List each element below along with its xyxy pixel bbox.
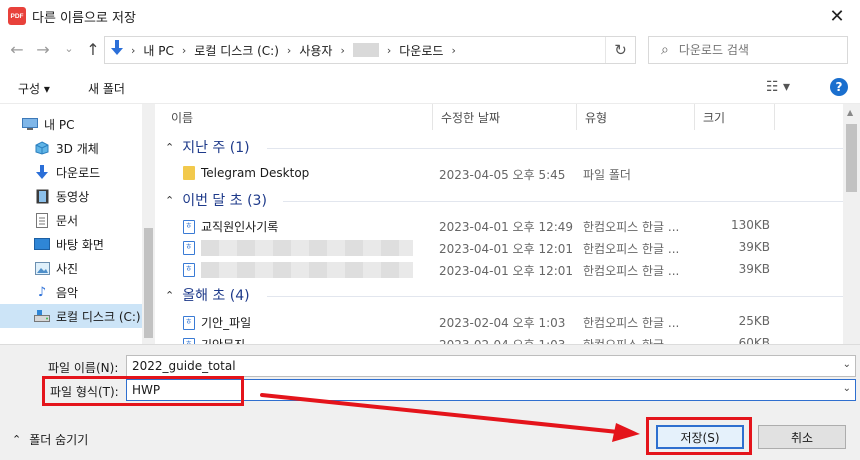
annotation-arrow-shaft <box>260 393 620 434</box>
annotation-arrow <box>260 393 640 442</box>
annotation-arrow-head <box>612 423 640 442</box>
